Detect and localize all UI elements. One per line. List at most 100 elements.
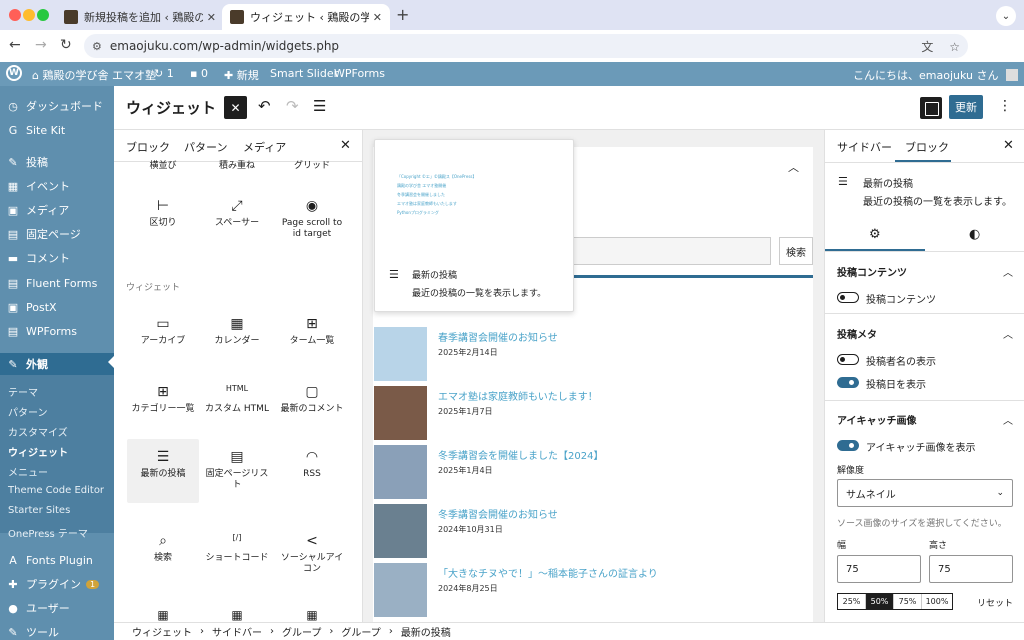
block-item[interactable]: < ソーシャルアイコン (276, 523, 348, 587)
sidebar-item[interactable]: ✎ 外観 (0, 353, 114, 375)
sidebar-item[interactable]: ▦ イベント (0, 175, 114, 197)
browser-tab-active[interactable]: ウィジェット ‹ 鶏殿の学び舎 エマ ✕ (222, 4, 390, 30)
tab-blocks[interactable]: ブロック (126, 139, 170, 155)
chevron-up-icon[interactable]: ︿ (1003, 412, 1013, 427)
sidebar-item[interactable]: ◷ ダッシュボード (0, 95, 114, 117)
block-item[interactable]: ▤ 固定ページリスト (201, 439, 273, 503)
block-item[interactable]: ◠ RSS (276, 439, 348, 503)
sidebar-subitem[interactable]: テーマ (0, 384, 114, 399)
block-item[interactable]: ⌕ 検索 (127, 523, 199, 587)
wordpress-logo-icon[interactable]: W (6, 65, 22, 81)
tab-patterns[interactable]: パターン (184, 139, 227, 155)
chevron-up-icon[interactable]: ︿ (788, 159, 799, 175)
update-button[interactable]: 更新 (949, 95, 983, 119)
admin-bar-site[interactable]: ⌂ 鶏殿の学び舎 エマオ塾 (32, 67, 156, 83)
reload-button[interactable]: ↻ (60, 37, 72, 53)
breadcrumb-item[interactable]: グループ (282, 624, 321, 639)
wpforms-link[interactable]: WPForms (334, 67, 385, 80)
url-input[interactable]: ⚙ emaojuku.com/wp-admin/widgets.php 文 ☆ (84, 34, 968, 58)
translate-icon[interactable]: 文 (921, 40, 933, 54)
close-icon[interactable]: ✕ (340, 138, 351, 153)
post-content-toggle[interactable] (837, 292, 859, 303)
sidebar-item[interactable]: ● ユーザー (0, 597, 114, 619)
post-title-link[interactable]: 「大きなチヌやで！」〜稲本能子さんの証言より (438, 565, 658, 580)
sidebar-item[interactable]: ▤ 固定ページ (0, 223, 114, 245)
reset-button[interactable]: リセット (977, 596, 1013, 609)
tab-sidebar[interactable]: サイドバー (837, 139, 892, 155)
close-inserter-button[interactable]: ✕ (224, 96, 247, 119)
panel-post-meta-title[interactable]: 投稿メタ (837, 326, 877, 341)
scale-25-button[interactable]: 25% (838, 594, 866, 609)
block-item[interactable]: ⊞ ターム一覧 (276, 306, 348, 370)
browser-tab[interactable]: 新規投稿を追加 ‹ 鶏殿の学び舎 エ ✕ (56, 4, 224, 30)
tab-block[interactable]: ブロック (905, 139, 949, 155)
sidebar-item[interactable]: ✎ ツール (0, 621, 114, 640)
bookmark-star-icon[interactable]: ☆ (949, 40, 960, 54)
new-tab-button[interactable]: + (396, 5, 409, 24)
close-icon[interactable]: ✕ (207, 11, 216, 24)
undo-icon[interactable]: ↶ (258, 97, 271, 115)
sidebar-item[interactable]: ▬ コメント (0, 247, 114, 269)
block-item[interactable]: ▭ アーカイブ (127, 306, 199, 370)
block-item[interactable]: [/] ショートコード (201, 523, 273, 587)
block-item[interactable]: ◉ Page scroll to id target (276, 188, 348, 252)
smart-slider-link[interactable]: Smart Slider (270, 67, 338, 80)
sidebar-item[interactable]: A Fonts Plugin (0, 549, 114, 571)
settings-panel-toggle-icon[interactable] (920, 97, 942, 119)
site-info-icon[interactable]: ⚙ (92, 40, 102, 53)
tab-search-icon[interactable]: ⌄ (996, 6, 1016, 26)
sidebar-item[interactable]: G Site Kit (0, 119, 114, 141)
featured-image-toggle[interactable] (837, 440, 859, 451)
sidebar-subitem[interactable]: メニュー (0, 464, 114, 479)
post-thumbnail[interactable] (374, 563, 427, 617)
scale-100-button[interactable]: 100% (922, 594, 952, 609)
sidebar-item[interactable]: ▤ Fluent Forms (0, 272, 114, 294)
breadcrumb-item[interactable]: グループ (341, 624, 380, 639)
author-toggle[interactable] (837, 354, 859, 365)
block-item[interactable]: ⊞ カテゴリー一覧 (127, 374, 199, 438)
options-menu-icon[interactable]: ⋮ (998, 98, 1012, 114)
block-item[interactable]: ▢ 最新のコメント (276, 374, 348, 438)
sidebar-subitem[interactable]: パターン (0, 404, 114, 419)
post-thumbnail[interactable] (374, 504, 427, 558)
tab-media[interactable]: メディア (243, 139, 286, 155)
resolution-select[interactable]: サムネイル ⌄ (837, 479, 1013, 507)
back-button[interactable]: ← (9, 37, 21, 53)
breadcrumb-item[interactable]: サイドバー (212, 624, 262, 639)
block-item[interactable]: HTML カスタム HTML (201, 374, 273, 438)
block-item[interactable]: ⊢ 区切り (127, 188, 199, 252)
window-minimize-button[interactable] (23, 9, 35, 21)
sidebar-subitem[interactable]: Starter Sites (0, 505, 114, 516)
panel-post-content-title[interactable]: 投稿コンテンツ (837, 264, 907, 279)
sidebar-item[interactable]: ✚ プラグイン 1 (0, 573, 114, 595)
date-toggle[interactable] (837, 377, 859, 388)
sidebar-item[interactable]: ✎ 投稿 (0, 151, 114, 173)
post-title-link[interactable]: 春季講習会開催のお知らせ (438, 329, 558, 344)
post-thumbnail[interactable] (374, 445, 427, 499)
list-view-icon[interactable]: ☰ (313, 97, 326, 115)
sidebar-item[interactable]: ▣ PostX (0, 296, 114, 318)
post-title-link[interactable]: エマオ塾は家庭教師もいたします！ (438, 388, 598, 403)
chevron-up-icon[interactable]: ︿ (1003, 264, 1013, 279)
forward-button[interactable]: → (35, 37, 47, 53)
block-item[interactable]: ⤢ スペーサー (201, 188, 273, 252)
block-item[interactable]: ☰ 最新の投稿 (127, 439, 199, 503)
close-icon[interactable]: ✕ (1003, 138, 1014, 153)
panel-featured-image-title[interactable]: アイキャッチ画像 (837, 412, 917, 427)
sidebar-subitem[interactable]: ウィジェット (0, 444, 114, 459)
account-menu[interactable]: こんにちは、emaojuku さん (853, 67, 1018, 83)
sidebar-item[interactable]: ▣ メディア (0, 199, 114, 221)
post-title-link[interactable]: 冬季講習会を開催しました【2024】 (438, 447, 603, 462)
sidebar-subitem[interactable]: Theme Code Editor (0, 485, 114, 496)
redo-icon[interactable]: ↷ (286, 97, 299, 115)
search-button[interactable]: 検索 (779, 237, 813, 265)
new-content-link[interactable]: ✚ 新規 (224, 67, 259, 83)
breadcrumb-item[interactable]: 最新の投稿 (401, 624, 451, 639)
post-thumbnail[interactable] (374, 386, 427, 440)
post-title-link[interactable]: 冬季講習会開催のお知らせ (438, 506, 558, 521)
scale-50-button[interactable]: 50% (866, 594, 894, 609)
updates-link[interactable]: ↻ 1 (154, 67, 174, 80)
close-icon[interactable]: ✕ (373, 11, 382, 24)
height-input[interactable]: 75 (929, 555, 1013, 583)
gear-icon[interactable]: ⚙ (869, 227, 881, 242)
